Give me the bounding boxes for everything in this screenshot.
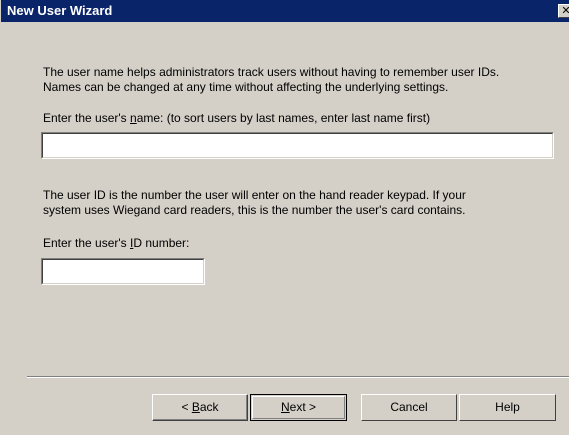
next-label-rest: ext > bbox=[289, 400, 317, 414]
button-separator bbox=[27, 376, 569, 378]
close-icon[interactable]: ✕ bbox=[558, 4, 569, 18]
back-button[interactable]: < Back bbox=[152, 394, 248, 421]
intro-text-line-1: The user name helps administrators track… bbox=[43, 65, 500, 79]
id-field-label: Enter the user's ID number: bbox=[43, 236, 189, 251]
help-button[interactable]: Help bbox=[459, 394, 556, 421]
next-label-mnemonic: N bbox=[280, 400, 290, 414]
back-label-rest: ack bbox=[199, 400, 219, 414]
back-label-mnemonic: B bbox=[191, 400, 200, 414]
user-id-input[interactable] bbox=[41, 258, 205, 285]
name-label-prefix: Enter the user's bbox=[43, 111, 130, 125]
id-info-text-line-2: system uses Wiegand card readers, this i… bbox=[43, 203, 466, 217]
back-label-prefix: < bbox=[181, 400, 192, 414]
user-name-input[interactable] bbox=[41, 132, 554, 159]
id-info-text-line-1: The user ID is the number the user will … bbox=[43, 188, 466, 202]
intro-text-line-2: Names can be changed at any time without… bbox=[43, 80, 449, 94]
next-button[interactable]: Next > bbox=[250, 394, 347, 421]
id-label-prefix: Enter the user's bbox=[43, 236, 130, 250]
name-field-label: Enter the user's name: (to sort users by… bbox=[43, 111, 430, 126]
title-bar: New User Wizard ✕ bbox=[1, 0, 569, 22]
new-user-wizard-dialog: New User Wizard ✕ The user name helps ad… bbox=[0, 0, 569, 435]
cancel-button[interactable]: Cancel bbox=[361, 394, 457, 421]
name-label-rest: ame: (to sort users by last names, enter… bbox=[136, 111, 431, 125]
id-label-rest: D number: bbox=[133, 236, 190, 250]
window-title: New User Wizard bbox=[7, 3, 113, 18]
name-label-mnemonic: n bbox=[130, 111, 137, 125]
